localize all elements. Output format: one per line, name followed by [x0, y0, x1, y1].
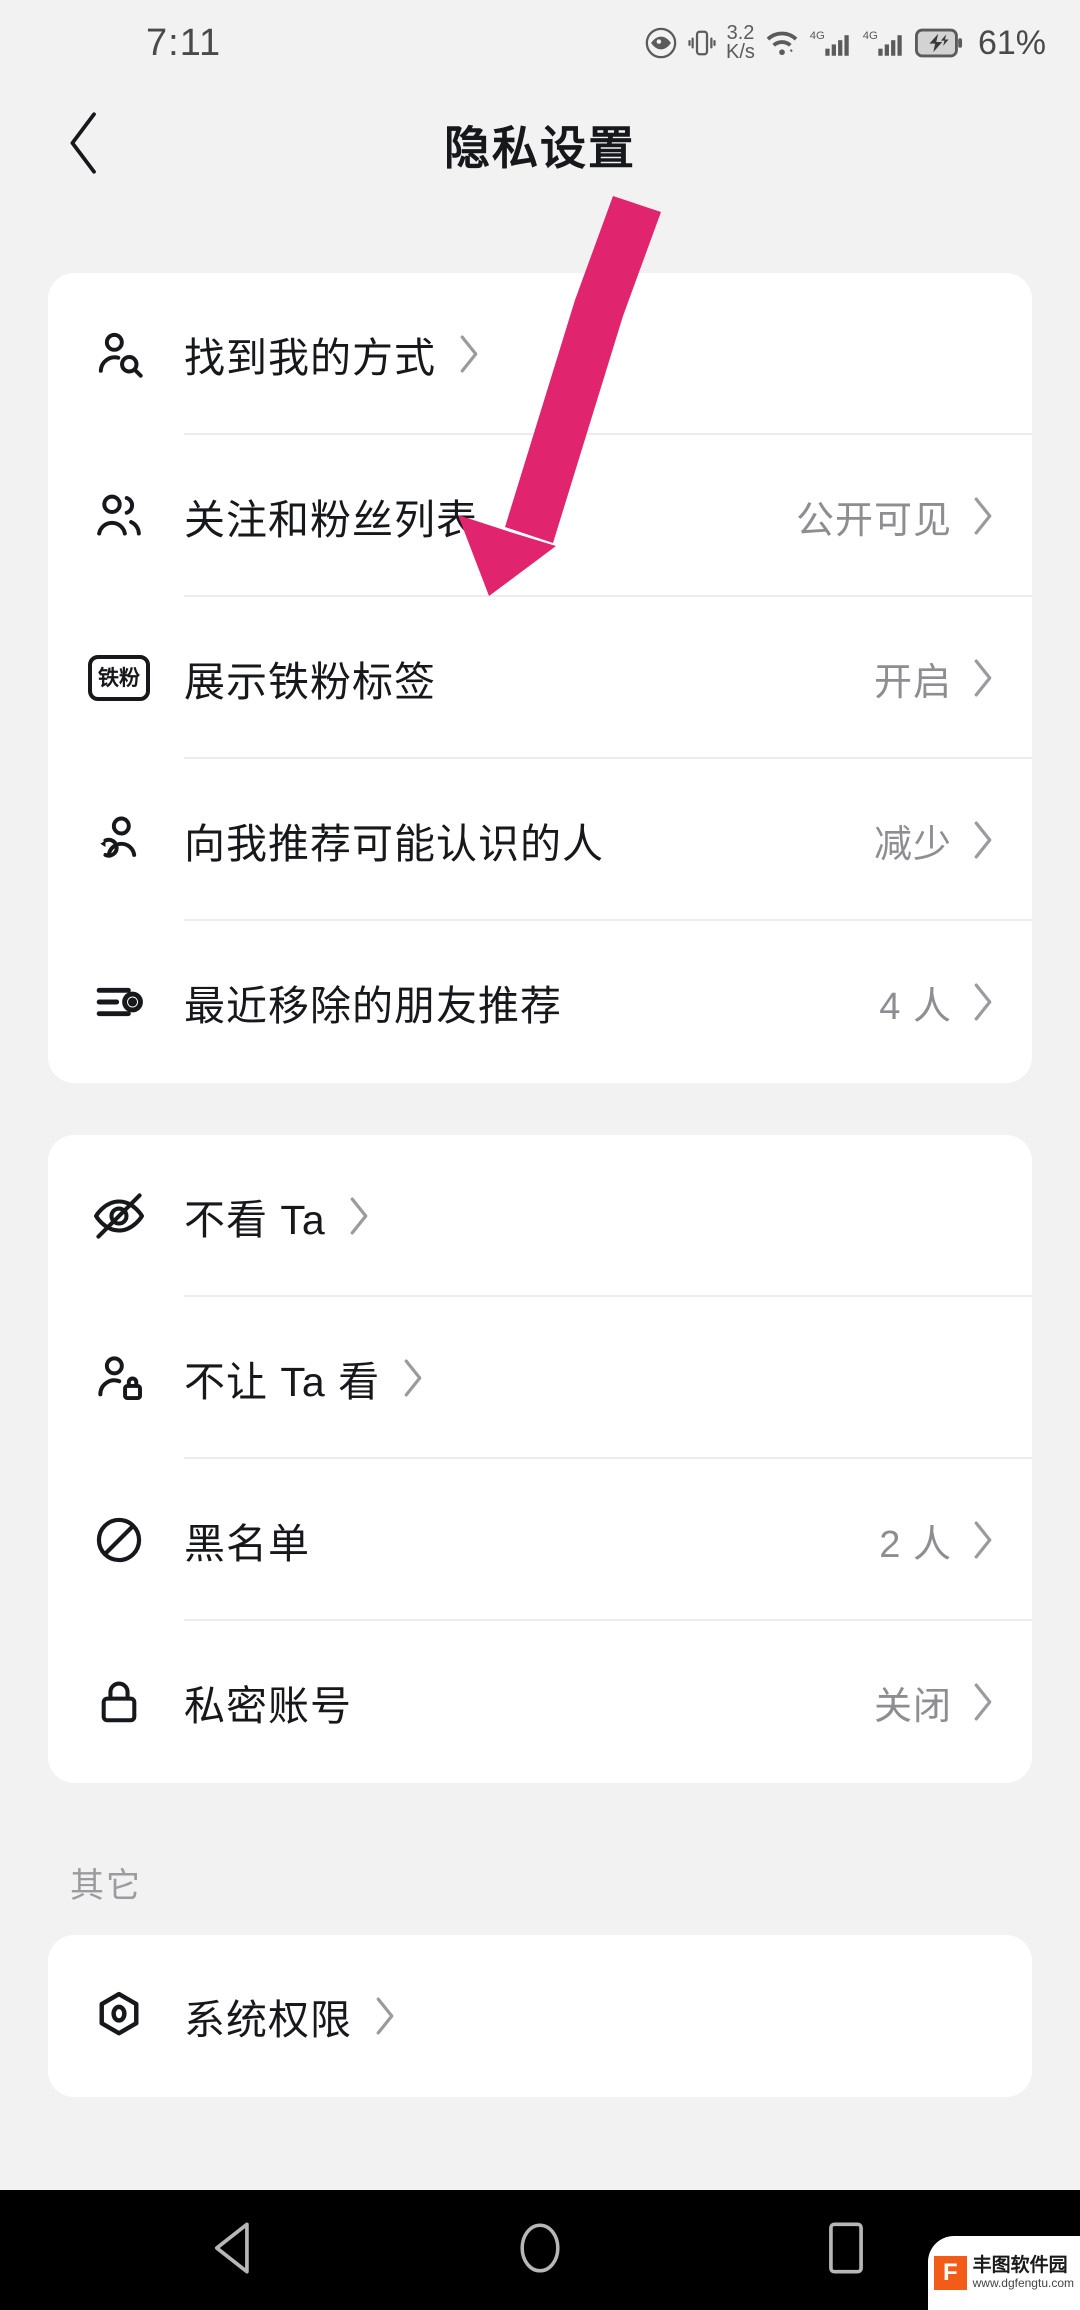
chevron-right-icon: [970, 494, 996, 538]
person-lock-icon: [86, 1345, 152, 1411]
settings-row-find-me[interactable]: 找到我的方式: [48, 273, 1032, 435]
battery-charging-icon: [914, 26, 963, 60]
android-nav-bar: [0, 2190, 1080, 2310]
phone-screen: 7:11 3.2 K/s 4G 4G 61% 隐私设置 找到我的方式 关注和粉丝…: [0, 0, 1080, 2310]
chevron-right-icon: [970, 1680, 996, 1724]
eye-icon: [644, 26, 678, 60]
watermark-logo: F: [934, 2256, 967, 2290]
page-title: 隐私设置: [444, 122, 636, 174]
settings-card-other: 系统权限: [48, 1935, 1032, 2097]
circle-home-icon: [514, 2219, 566, 2282]
watermark-name: 丰图软件园: [972, 2255, 1068, 2277]
settings-row-value: 关闭: [873, 1685, 952, 1728]
settings-row-label: 最近移除的朋友推荐: [184, 983, 562, 1029]
app-header: 隐私设置: [0, 86, 1080, 204]
watermark: F 丰图软件园 www.dgfengtu.com: [928, 2236, 1080, 2310]
fan-badge-icon: 铁粉: [86, 645, 152, 711]
settings-row-value: 公开可见: [795, 499, 952, 542]
status-icons: 3.2 K/s 4G 4G 61%: [644, 23, 1046, 63]
people-group-icon: [86, 483, 152, 549]
svg-text:4G: 4G: [810, 30, 825, 42]
settings-row-label: 系统权限: [184, 1997, 352, 2043]
triangle-back-icon: [208, 2220, 260, 2281]
chevron-right-icon: [970, 818, 996, 862]
person-suggest-icon: [86, 807, 152, 873]
battery-percent: 61%: [977, 23, 1046, 62]
settings-row-removed-friend-suggestions[interactable]: 最近移除的朋友推荐 4 人: [48, 921, 1032, 1083]
settings-row-label: 找到我的方式: [184, 335, 436, 381]
settings-row-value: 开启: [873, 661, 952, 704]
section-header-other: 其它: [70, 1867, 142, 1905]
settings-row-label: 黑名单: [184, 1521, 310, 1567]
status-time: 7:11: [146, 21, 222, 64]
eye-off-icon: [86, 1183, 152, 1249]
nav-home-button[interactable]: [485, 2195, 595, 2305]
settings-row-value: 4 人: [879, 985, 952, 1028]
fan-badge-text: 铁粉: [88, 655, 150, 701]
chevron-right-icon: [970, 656, 996, 700]
chevron-right-icon: [970, 1518, 996, 1562]
ban-icon: [86, 1507, 152, 1573]
nav-back-button[interactable]: [179, 2195, 289, 2305]
svg-text:4G: 4G: [863, 30, 878, 42]
settings-row-block-them-seeing[interactable]: 不让 Ta 看: [48, 1297, 1032, 1459]
settings-row-label: 不让 Ta 看: [184, 1359, 381, 1405]
settings-row-show-fan-badge[interactable]: 铁粉 展示铁粉标签 开启: [48, 597, 1032, 759]
wifi-icon: [764, 26, 800, 60]
settings-row-follow-fans-list[interactable]: 关注和粉丝列表 公开可见: [48, 435, 1032, 597]
settings-row-label: 私密账号: [184, 1683, 352, 1729]
nav-recents-button[interactable]: [791, 2195, 901, 2305]
chevron-right-icon: [346, 1194, 372, 1238]
settings-row-recommend-people[interactable]: 向我推荐可能认识的人 减少: [48, 759, 1032, 921]
chevron-right-icon: [372, 1994, 398, 2038]
settings-row-label: 关注和粉丝列表: [184, 497, 478, 543]
status-bar: 7:11 3.2 K/s 4G 4G 61%: [0, 0, 1080, 86]
hex-nut-icon: [86, 1983, 152, 2049]
chevron-left-icon: [62, 107, 108, 184]
square-recents-icon: [824, 2220, 868, 2281]
settings-row-label: 不看 Ta: [184, 1197, 326, 1243]
lock-icon: [86, 1669, 152, 1735]
back-button[interactable]: [30, 86, 140, 204]
watermark-text: 丰图软件园 www.dgfengtu.com: [973, 2255, 1074, 2291]
settings-row-label: 向我推荐可能认识的人: [184, 821, 604, 867]
settings-row-hide-their-posts[interactable]: 不看 Ta: [48, 1135, 1032, 1297]
settings-row-value: 减少: [873, 823, 952, 866]
chevron-right-icon: [970, 980, 996, 1024]
settings-row-blacklist[interactable]: 黑名单 2 人: [48, 1459, 1032, 1621]
watermark-url: www.dgfengtu.com: [972, 2276, 1074, 2291]
settings-row-private-account[interactable]: 私密账号 关闭: [48, 1621, 1032, 1783]
vibrate-icon: [687, 26, 717, 60]
person-search-icon: [86, 321, 152, 387]
settings-card-privacy: 找到我的方式 关注和粉丝列表 公开可见 铁粉 展示铁粉标签 开启 向我推荐可能认…: [48, 273, 1032, 1083]
settings-row-system-permissions[interactable]: 系统权限: [48, 1935, 1032, 2097]
settings-row-label: 展示铁粉标签: [184, 659, 436, 705]
signal-4g-icon: 4G: [862, 26, 906, 60]
settings-row-value: 2 人: [879, 1523, 952, 1566]
network-speed: 3.2 K/s: [726, 23, 755, 63]
settings-card-visibility: 不看 Ta 不让 Ta 看 黑名单 2 人 私密账号 关闭: [48, 1135, 1032, 1783]
network-speed-unit: K/s: [726, 41, 755, 63]
signal-4g-icon: 4G: [809, 26, 853, 60]
chevron-right-icon: [456, 332, 482, 376]
chevron-right-icon: [400, 1356, 426, 1400]
filter-list-icon: [86, 969, 152, 1035]
